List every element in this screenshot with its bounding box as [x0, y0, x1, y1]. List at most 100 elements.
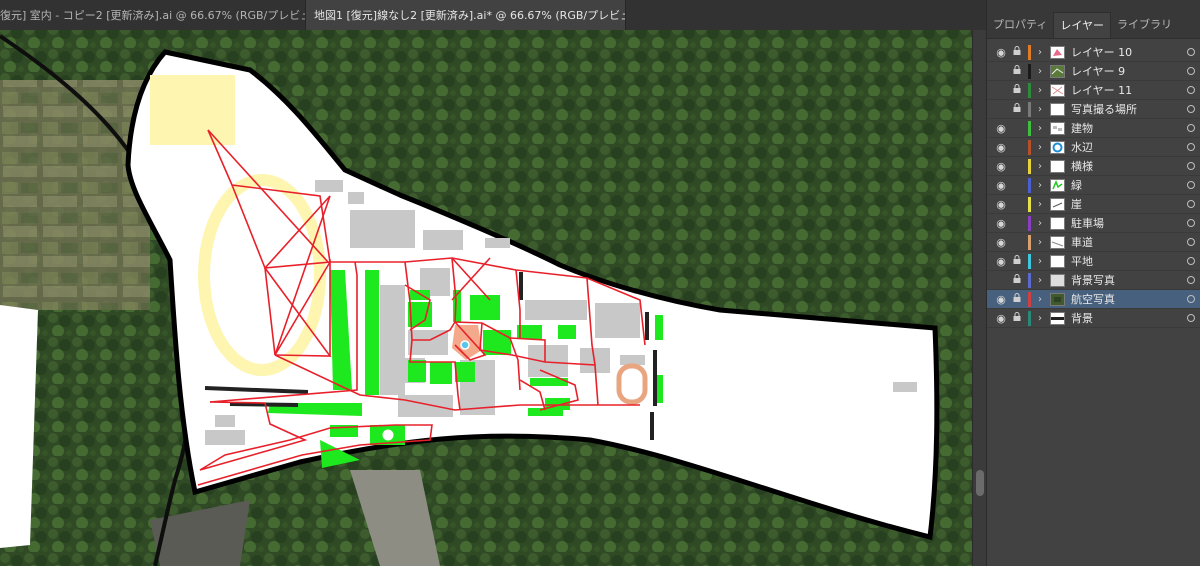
- chevron-right-icon[interactable]: ›: [1034, 237, 1046, 248]
- target-circle-icon[interactable]: [1187, 105, 1195, 113]
- blank-thumb-icon: [1050, 102, 1065, 116]
- target-circle-icon[interactable]: [1187, 124, 1195, 132]
- chevron-right-icon[interactable]: ›: [1034, 199, 1046, 210]
- eye-icon[interactable]: ◉: [993, 46, 1009, 59]
- scrollbar-thumb[interactable]: [976, 470, 984, 496]
- cliff-thumb-icon: [1050, 197, 1065, 211]
- target-circle-icon[interactable]: [1187, 86, 1195, 94]
- layer-row[interactable]: ◉ › 建物: [987, 119, 1200, 138]
- map-thumb-icon: [1050, 64, 1065, 78]
- blank-thumb-icon: [1050, 159, 1065, 173]
- chevron-right-icon[interactable]: ›: [1034, 256, 1046, 267]
- layer-row[interactable]: ◉ › 背景: [987, 309, 1200, 328]
- layer-name: 背景: [1071, 312, 1093, 325]
- layer-name: 駐車場: [1071, 217, 1104, 230]
- layer-row[interactable]: ◉ › 駐車場: [987, 214, 1200, 233]
- chevron-right-icon[interactable]: ›: [1034, 218, 1046, 229]
- layer-color-bar: [1028, 196, 1031, 212]
- lock-icon[interactable]: [1009, 312, 1025, 324]
- eye-icon[interactable]: ◉: [993, 255, 1009, 268]
- target-circle-icon[interactable]: [1187, 67, 1195, 75]
- canvas-vertical-scrollbar[interactable]: [972, 30, 986, 566]
- artboard-canvas[interactable]: [0, 30, 972, 566]
- layer-name: 航空写真: [1071, 293, 1115, 306]
- document-tab-2-label: 地図1 [復元]線なし2 [更新済み].ai* @ 66.67% (RGB/プレ…: [314, 9, 626, 22]
- layer-name: 緑: [1071, 179, 1082, 192]
- chevron-right-icon[interactable]: ›: [1034, 123, 1046, 134]
- target-circle-icon[interactable]: [1187, 295, 1195, 303]
- chevron-right-icon[interactable]: ›: [1034, 294, 1046, 305]
- target-circle-icon[interactable]: [1187, 48, 1195, 56]
- layer-row[interactable]: ◉ › 崖: [987, 195, 1200, 214]
- eye-icon[interactable]: ◉: [993, 141, 1009, 154]
- layer-color-bar: [1028, 215, 1031, 231]
- panel-tabs: プロパティ レイヤー ライブラリ: [987, 0, 1200, 39]
- document-tab-bar: 復元] 室内 - コピー2 [更新済み].ai @ 66.67% (RGB/プレ…: [0, 0, 986, 31]
- tab-properties[interactable]: プロパティ: [987, 12, 1053, 38]
- layer-row[interactable]: ◉ › 平地: [987, 252, 1200, 271]
- lock-icon[interactable]: [1009, 255, 1025, 267]
- layer-row[interactable]: › 背景写真: [987, 271, 1200, 290]
- lines-thumb-icon: [1050, 83, 1065, 97]
- eye-icon[interactable]: ◉: [993, 236, 1009, 249]
- chevron-right-icon[interactable]: ›: [1034, 66, 1046, 77]
- tab-libraries[interactable]: ライブラリ: [1111, 12, 1178, 38]
- eye-icon[interactable]: ◉: [993, 198, 1009, 211]
- lock-icon[interactable]: [1009, 84, 1025, 96]
- target-circle-icon[interactable]: [1187, 276, 1195, 284]
- chevron-right-icon[interactable]: ›: [1034, 313, 1046, 324]
- eye-icon[interactable]: ◉: [993, 312, 1009, 325]
- document-tab-1-label: 復元] 室内 - コピー2 [更新済み].ai @ 66.67% (RGB/プレ…: [0, 9, 306, 22]
- layer-row[interactable]: ◉ › 水辺: [987, 138, 1200, 157]
- layer-list: ◉ › レイヤー 10 › レイヤー 9 › レイヤー 11 › 写真撮る場所 ◉ › 建物 ◉ › 水辺 ◉…: [987, 43, 1200, 328]
- layer-row[interactable]: ◉ › 車道: [987, 233, 1200, 252]
- layer-row[interactable]: ◉ › 緑: [987, 176, 1200, 195]
- target-circle-icon[interactable]: [1187, 257, 1195, 265]
- chevron-right-icon[interactable]: ›: [1034, 142, 1046, 153]
- chevron-right-icon[interactable]: ›: [1034, 47, 1046, 58]
- pink-shape-icon: [1050, 45, 1065, 59]
- layer-name: 横様: [1071, 160, 1093, 173]
- target-circle-icon[interactable]: [1187, 143, 1195, 151]
- chevron-right-icon[interactable]: ›: [1034, 104, 1046, 115]
- document-tab-2[interactable]: 地図1 [復元]線なし2 [更新済み].ai* @ 66.67% (RGB/プレ…: [306, 0, 626, 30]
- lock-icon[interactable]: [1009, 65, 1025, 77]
- farmland-area: [0, 80, 150, 310]
- target-circle-icon[interactable]: [1187, 200, 1195, 208]
- chevron-right-icon[interactable]: ›: [1034, 275, 1046, 286]
- document-tab-1[interactable]: 復元] 室内 - コピー2 [更新済み].ai @ 66.67% (RGB/プレ…: [0, 0, 306, 30]
- water-thumb-icon: [1050, 140, 1065, 154]
- eye-icon[interactable]: ◉: [993, 160, 1009, 173]
- target-circle-icon[interactable]: [1187, 238, 1195, 246]
- layer-row[interactable]: › 写真撮る場所: [987, 100, 1200, 119]
- layer-row[interactable]: › レイヤー 9: [987, 62, 1200, 81]
- eye-icon[interactable]: ◉: [993, 293, 1009, 306]
- layer-name: 平地: [1071, 255, 1093, 268]
- layer-row[interactable]: › レイヤー 11: [987, 81, 1200, 100]
- layer-color-bar: [1028, 177, 1031, 193]
- layer-row[interactable]: ◉ › 航空写真: [987, 290, 1200, 309]
- target-circle-icon[interactable]: [1187, 181, 1195, 189]
- buildings-thumb-icon: [1050, 121, 1065, 135]
- eye-icon[interactable]: ◉: [993, 122, 1009, 135]
- tab-layers[interactable]: レイヤー: [1053, 12, 1112, 38]
- target-circle-icon[interactable]: [1187, 314, 1195, 322]
- lock-icon[interactable]: [1009, 293, 1025, 305]
- lock-icon[interactable]: [1009, 46, 1025, 58]
- layer-name: 背景写真: [1071, 274, 1115, 287]
- layer-row[interactable]: ◉ › レイヤー 10: [987, 43, 1200, 62]
- target-circle-icon[interactable]: [1187, 162, 1195, 170]
- eye-icon[interactable]: ◉: [993, 179, 1009, 192]
- yellow-field: [150, 75, 235, 145]
- target-circle-icon[interactable]: [1187, 219, 1195, 227]
- chevron-right-icon[interactable]: ›: [1034, 161, 1046, 172]
- blank-thumb-icon: [1050, 216, 1065, 230]
- layer-row[interactable]: ◉ › 横様: [987, 157, 1200, 176]
- chevron-right-icon[interactable]: ›: [1034, 85, 1046, 96]
- layer-color-bar: [1028, 272, 1031, 288]
- lock-icon[interactable]: [1009, 103, 1025, 115]
- layer-name: レイヤー 11: [1071, 84, 1133, 97]
- chevron-right-icon[interactable]: ›: [1034, 180, 1046, 191]
- lock-icon[interactable]: [1009, 274, 1025, 286]
- eye-icon[interactable]: ◉: [993, 217, 1009, 230]
